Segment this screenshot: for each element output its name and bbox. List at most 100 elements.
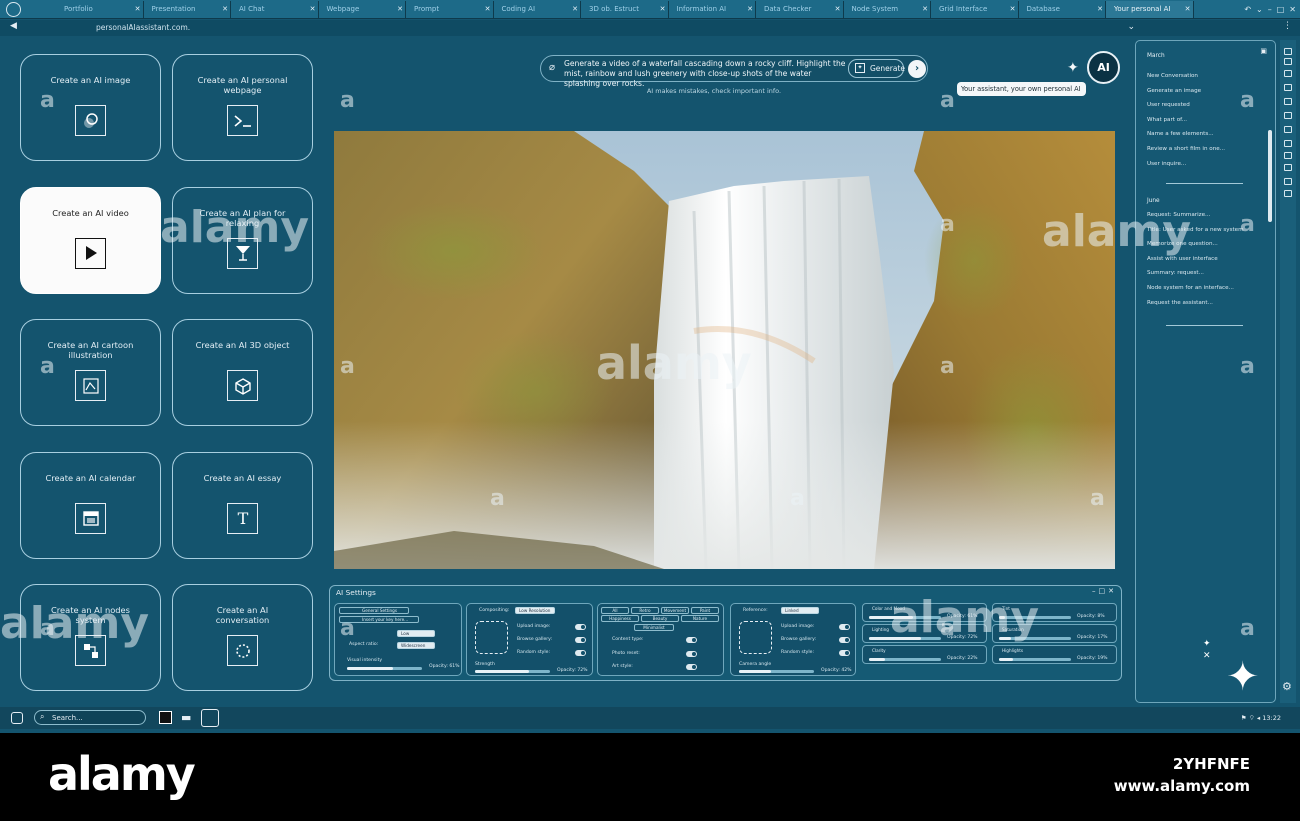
history-item[interactable]: Node system for an interface...: [1147, 285, 1234, 291]
style-chip[interactable]: Nature: [681, 615, 719, 622]
folder-icon[interactable]: ▬: [181, 712, 194, 725]
tab[interactable]: Portfolio ✕: [56, 1, 144, 18]
more-icon[interactable]: ⋮: [1283, 21, 1292, 31]
close-tab-icon[interactable]: ✕: [222, 1, 228, 18]
tool-tile[interactable]: Create an AI conversation: [172, 584, 313, 692]
style-chip[interactable]: Retro: [631, 607, 659, 614]
history-item[interactable]: What part of...: [1147, 117, 1187, 123]
close-tab-icon[interactable]: ✕: [1097, 1, 1103, 18]
opacity-slider[interactable]: [869, 658, 941, 661]
chip-minimalist[interactable]: Minimalist: [634, 624, 674, 631]
network-icon[interactable]: ⚑ ⌔ ◂: [1241, 714, 1260, 722]
close-tab-icon[interactable]: ✕: [572, 1, 578, 18]
slider-dropdown[interactable]: Highlights: [999, 648, 1039, 655]
chevron-down-icon[interactable]: ⌄: [1256, 1, 1263, 18]
toolbar-tool-icon[interactable]: [1284, 84, 1292, 91]
reference-browse-toggle[interactable]: [839, 637, 850, 643]
close-tab-icon[interactable]: ✕: [485, 1, 491, 18]
close-tab-icon[interactable]: ✕: [660, 1, 666, 18]
tab[interactable]: Prompt ✕: [406, 1, 494, 18]
app-icon-1[interactable]: [159, 711, 172, 724]
toolbar-tool-icon[interactable]: [1284, 126, 1292, 133]
style-chip[interactable]: Beauty: [641, 615, 679, 622]
tab[interactable]: Node System ✕: [844, 1, 931, 18]
history-item[interactable]: New Conversation: [1147, 73, 1198, 79]
quality-dropdown[interactable]: Low: [397, 630, 435, 637]
arrow-icon[interactable]: ↶: [1244, 1, 1251, 18]
toolbar-tool-icon[interactable]: [1284, 140, 1292, 147]
content-type-toggle[interactable]: [686, 637, 697, 643]
history-item[interactable]: Request the assistant...: [1147, 300, 1213, 306]
chevron-down-icon[interactable]: ⌄: [1127, 22, 1135, 32]
camera-angle-slider[interactable]: [739, 670, 814, 673]
random-style-toggle[interactable]: [575, 650, 586, 656]
style-chip[interactable]: Paint: [691, 607, 719, 614]
close-tab-icon[interactable]: ✕: [835, 1, 841, 18]
send-button[interactable]: ›: [908, 60, 926, 78]
history-item[interactable]: User inquire...: [1147, 161, 1186, 167]
close-tab-icon[interactable]: ✕: [310, 1, 316, 18]
slider-dropdown[interactable]: Clarity: [869, 648, 909, 655]
tool-tile[interactable]: Create an AI video: [20, 186, 161, 294]
close-tab-icon[interactable]: ✕: [135, 1, 141, 18]
generate-button[interactable]: ✦ Generate: [848, 59, 905, 78]
toolbar-tool-icon[interactable]: [1284, 164, 1292, 171]
close-tab-icon[interactable]: ✕: [1185, 1, 1191, 18]
tool-tile[interactable]: Create an AI essay T: [172, 451, 313, 559]
tool-tile[interactable]: Create an AI calendar: [20, 451, 161, 559]
tab[interactable]: Data Checker ✕: [756, 1, 844, 18]
style-chip[interactable]: Happiness: [601, 615, 639, 622]
close-tab-icon[interactable]: ✕: [1010, 1, 1016, 18]
toolbar-tool-icon[interactable]: [1284, 178, 1292, 185]
reference-random-toggle[interactable]: [839, 650, 850, 656]
tool-tile[interactable]: Create an AI personal webpage: [172, 54, 313, 161]
close-tab-icon[interactable]: ✕: [397, 1, 403, 18]
minimize-icon[interactable]: –: [1268, 1, 1272, 18]
start-button[interactable]: [11, 712, 23, 724]
photo-reset-toggle[interactable]: [686, 651, 697, 657]
strength-slider[interactable]: [475, 670, 550, 673]
tab[interactable]: AI Chat ✕: [231, 1, 319, 18]
assistant-avatar[interactable]: AI: [1087, 51, 1120, 84]
prompt-text[interactable]: Generate a video of a waterfall cascadin…: [564, 59, 849, 89]
toolbar-tool-icon[interactable]: [1284, 58, 1292, 65]
toolbar-tool-icon[interactable]: [1284, 152, 1292, 159]
toolbar-tool-icon[interactable]: [1284, 112, 1292, 119]
close-tab-icon[interactable]: ✕: [922, 1, 928, 18]
tab[interactable]: Webpage ✕: [319, 1, 406, 18]
reference-upload-toggle[interactable]: [839, 624, 850, 630]
maximize-icon[interactable]: □: [1277, 1, 1285, 18]
reference-dropdown[interactable]: Linked: [781, 607, 819, 614]
settings-window-controls[interactable]: –□✕: [1092, 587, 1117, 595]
upload-image-dropzone[interactable]: [475, 621, 508, 654]
close-tab-icon[interactable]: ✕: [747, 1, 753, 18]
history-item[interactable]: Review a short film in one...: [1147, 146, 1225, 152]
sidebar-scrollbar[interactable]: [1268, 130, 1272, 222]
toolbar-tool-icon[interactable]: [1284, 70, 1292, 77]
prompt-box[interactable]: ⌀ Generate a video of a waterfall cascad…: [540, 55, 928, 88]
tab[interactable]: Presentation ✕: [144, 1, 231, 18]
toolbar-tool-icon[interactable]: [1284, 98, 1292, 105]
history-item[interactable]: Name a few elements...: [1147, 131, 1214, 137]
general-settings-tab[interactable]: General Settings: [339, 607, 409, 614]
tool-tile[interactable]: Create an AI 3D object: [172, 319, 313, 427]
browser-logo-icon[interactable]: [6, 2, 21, 17]
style-chip[interactable]: Movement: [661, 607, 689, 614]
tab[interactable]: 3D ob. Estruct ✕: [581, 1, 669, 18]
toolbar-tool-icon[interactable]: [1284, 190, 1292, 197]
tab[interactable]: Grid Interface ✕: [931, 1, 1019, 18]
settings-gear-icon[interactable]: ⚙: [1282, 680, 1292, 693]
tab[interactable]: Information AI ✕: [669, 1, 756, 18]
back-icon[interactable]: ◀: [10, 21, 17, 31]
opacity-slider[interactable]: [999, 658, 1071, 661]
tab[interactable]: Database ✕: [1019, 1, 1106, 18]
ai-app-icon[interactable]: [201, 709, 219, 727]
close-icon[interactable]: ✕: [1289, 1, 1296, 18]
tab[interactable]: Your personal AI ✕: [1106, 1, 1194, 18]
upload-image-toggle[interactable]: [575, 624, 586, 630]
history-item[interactable]: Summary: request...: [1147, 270, 1204, 276]
aspect-ratio-dropdown[interactable]: Widescreen: [397, 642, 435, 649]
style-chip[interactable]: All: [601, 607, 629, 614]
paperclip-icon[interactable]: ⌀: [549, 62, 555, 73]
reference-upload-dropzone[interactable]: [739, 621, 772, 654]
